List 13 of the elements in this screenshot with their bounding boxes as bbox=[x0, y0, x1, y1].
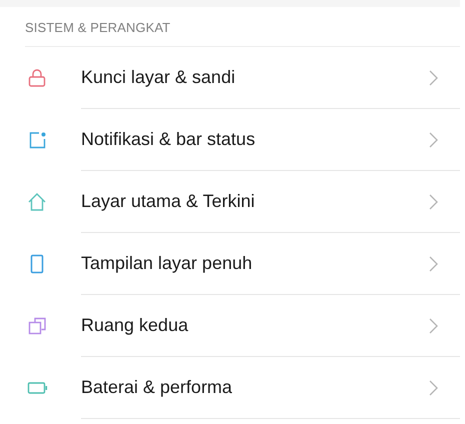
settings-item[interactable]: Tampilan layar penuh bbox=[81, 233, 460, 295]
section-title: SISTEM & PERANGKAT bbox=[25, 20, 170, 35]
chevron-icon bbox=[429, 194, 438, 210]
chevron-icon bbox=[429, 132, 438, 148]
settings-item[interactable]: Baterai & performa bbox=[81, 357, 460, 419]
settings-item[interactable]: Kunci layar & sandi bbox=[81, 47, 460, 109]
chevron-icon bbox=[429, 380, 438, 396]
settings-item[interactable]: Ruang kedua bbox=[81, 295, 460, 357]
chevron-icon bbox=[429, 318, 438, 334]
settings-item[interactable]: Layar utama & Terkini bbox=[81, 171, 460, 233]
chevron-icon bbox=[429, 70, 438, 86]
settings-item[interactable]: Notifikasi & bar status bbox=[81, 109, 460, 171]
chevron-icon bbox=[429, 256, 438, 272]
